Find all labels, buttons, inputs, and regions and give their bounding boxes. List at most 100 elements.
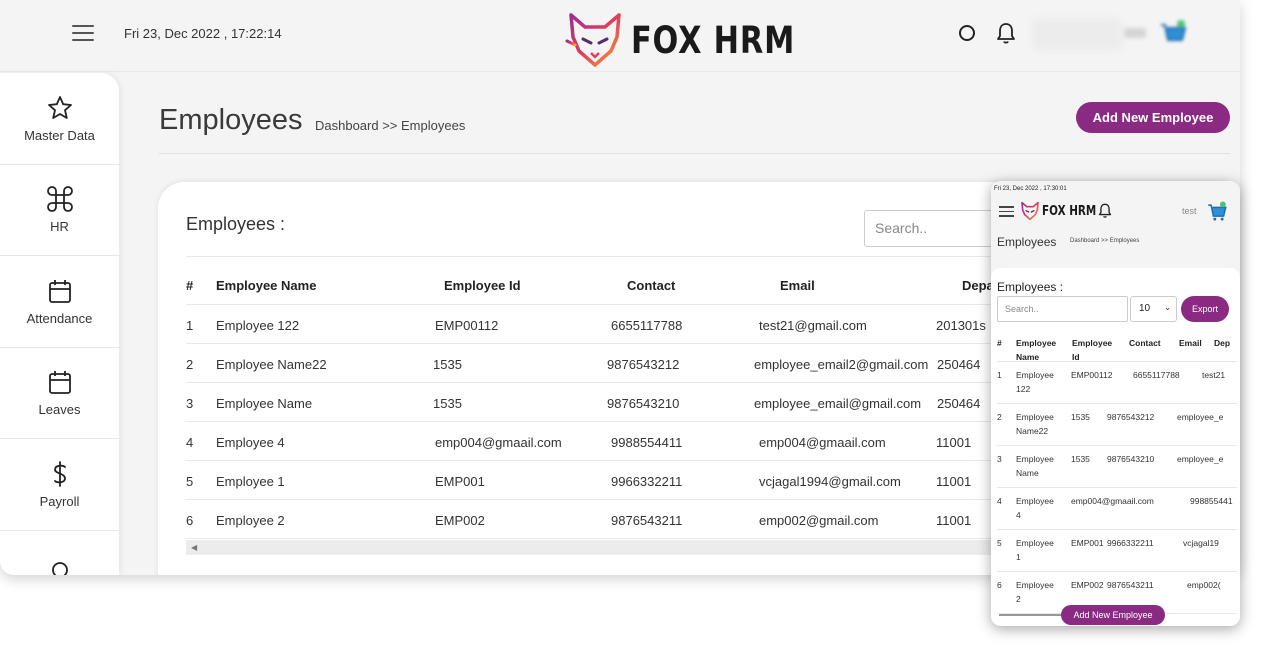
- column-header[interactable]: Dep: [1214, 336, 1237, 350]
- employee-email: employee_e: [1177, 412, 1224, 422]
- brand-logo[interactable]: FOX HRM: [565, 10, 831, 70]
- table-row[interactable]: 1 Employee 122 EMP00112 6655117788 test21: [997, 362, 1237, 404]
- table-row[interactable]: 3 Employee Name 1535 9876543210 employee_…: [997, 446, 1237, 488]
- page-size-value: 10: [1139, 303, 1151, 314]
- mobile-preview: Fri 23, Dec 2022 , 17:30:01 FOX HRM test…: [991, 181, 1240, 626]
- brand-name: FOX HRM: [631, 18, 796, 62]
- menu-toggle-icon[interactable]: [72, 25, 94, 41]
- current-datetime: Fri 23, Dec 2022 , 17:22:14: [124, 26, 282, 41]
- employee-name: Employee 2: [1016, 580, 1054, 604]
- table-row[interactable]: 2 Employee Name22 1535 9876543212 employe…: [997, 404, 1237, 446]
- status-circle-icon[interactable]: [959, 25, 975, 41]
- employee-email: emp002@gmail.com: [759, 513, 879, 528]
- employee-name: Employee 1: [216, 474, 285, 489]
- column-header[interactable]: #: [186, 278, 193, 293]
- employee-id: EMP00112: [435, 318, 499, 333]
- star-icon: [47, 95, 72, 119]
- export-button[interactable]: Export: [1181, 296, 1229, 322]
- employee-email: emp004@gmaail.com: [759, 435, 886, 450]
- employee-email: employee_email2@gmail.com: [754, 357, 929, 372]
- user-profile-blurred[interactable]: [1032, 18, 1122, 50]
- column-header[interactable]: Depa: [962, 278, 994, 293]
- column-header[interactable]: Employee Id: [1072, 336, 1112, 364]
- employee-contact: 9876543211: [1107, 580, 1154, 590]
- row-index: 3: [186, 396, 194, 411]
- add-new-employee-button[interactable]: Add New Employee: [1076, 102, 1230, 133]
- bell-icon[interactable]: [1098, 203, 1112, 218]
- mobile-search-input[interactable]: Search..: [997, 296, 1128, 322]
- mobile-user-name[interactable]: test: [1182, 206, 1197, 216]
- fox-logo-icon: [565, 13, 621, 67]
- sidebar-item-leaves[interactable]: Leaves: [0, 348, 119, 439]
- column-header[interactable]: #: [997, 336, 1002, 350]
- horizontal-scrollbar[interactable]: ◀: [186, 540, 1006, 555]
- employee-email: vcjagal1994@gmail.com: [759, 474, 901, 489]
- header-divider: [159, 153, 1230, 154]
- card-divider: [186, 256, 1006, 257]
- sidebar-item-awards[interactable]: [0, 531, 119, 575]
- employee-department: 11001: [936, 513, 972, 528]
- row-index: 4: [997, 496, 1002, 506]
- employee-contact: 9876543212: [607, 357, 680, 372]
- table-header-row: # Employee Name Employee Id Contact Emai…: [186, 272, 1026, 305]
- breadcrumb[interactable]: Dashboard >> Employees: [315, 118, 465, 133]
- column-header[interactable]: Employee Name: [1016, 336, 1056, 364]
- bell-icon[interactable]: [996, 22, 1016, 44]
- employee-email: test21: [1202, 370, 1226, 380]
- sidebar-item-hr[interactable]: HR: [0, 165, 119, 256]
- sidebar-item-label: Leaves: [38, 402, 81, 418]
- column-header[interactable]: Employee Id: [444, 278, 521, 293]
- row-index: 5: [997, 538, 1002, 548]
- mobile-add-new-employee-button[interactable]: Add New Employee: [1061, 605, 1165, 625]
- employee-name: Employee Name: [216, 396, 313, 411]
- table-row[interactable]: 5 Employee 1 EMP001 9966332211 vcjagal19: [997, 530, 1237, 572]
- employee-contact: 9988554411: [611, 435, 683, 450]
- table-row[interactable]: 6 Employee 2 EMP002 9876543211 emp002@gm…: [186, 500, 1026, 539]
- table-row[interactable]: 4 Employee 4 emp004@gmaail.com 998855441…: [186, 422, 1026, 461]
- column-header[interactable]: Email: [780, 278, 815, 293]
- employee-contact: 9876543210: [607, 396, 680, 411]
- column-header[interactable]: Contact: [627, 278, 675, 293]
- cart-icon[interactable]: [1158, 18, 1188, 48]
- employee-id: EMP00112: [1071, 370, 1113, 380]
- employee-department: 11001: [936, 435, 972, 450]
- employee-email: employee_e: [1177, 454, 1224, 464]
- row-index: 6: [997, 580, 1002, 590]
- employee-contact: 9876543211: [611, 513, 683, 528]
- mobile-datetime: Fri 23, Dec 2022 , 17:30:01: [994, 186, 1067, 192]
- employee-email: emp002(: [1187, 580, 1221, 590]
- page-size-select[interactable]: 10 ⌄: [1130, 296, 1177, 322]
- page-title: Employees: [159, 104, 303, 136]
- sidebar-item-payroll[interactable]: Payroll: [0, 439, 119, 531]
- sidebar-item-label: Attendance: [26, 310, 93, 326]
- employee-email: vcjagal19: [1183, 538, 1219, 548]
- table-row[interactable]: 4 Employee 4 emp004@gmaail.com 998855441: [997, 488, 1237, 530]
- cart-icon[interactable]: [1206, 200, 1228, 222]
- table-row[interactable]: 2 Employee Name22 1535 9876543212 employ…: [186, 344, 1026, 383]
- mobile-employees-table: # Employee Name Employee Id Contact Email …: [997, 330, 1237, 614]
- column-header[interactable]: Employee Name: [216, 278, 316, 293]
- employee-email: test21@gmail.com: [759, 318, 867, 333]
- mobile-menu-icon[interactable]: [999, 206, 1014, 217]
- table-row[interactable]: 1 Employee 122 EMP00112 6655117788 test2…: [186, 305, 1026, 344]
- column-header[interactable]: Email: [1179, 336, 1202, 350]
- mobile-page-title: Employees: [997, 235, 1057, 249]
- calendar-icon: [48, 279, 71, 303]
- employee-name: Employee Name: [1016, 454, 1054, 478]
- table-row[interactable]: 5 Employee 1 EMP001 9966332211 vcjagal19…: [186, 461, 1026, 500]
- sidebar-item-master-data[interactable]: Master Data: [0, 73, 119, 165]
- column-header[interactable]: Contact: [1129, 336, 1161, 350]
- search-input[interactable]: Search..: [864, 210, 1004, 247]
- mobile-employees-card: Employees : Search.. 10 ⌄ Export # Emplo…: [991, 268, 1240, 626]
- mobile-breadcrumb[interactable]: Dashboard >> Employees: [1070, 238, 1139, 244]
- sidebar-item-attendance[interactable]: Attendance: [0, 256, 119, 348]
- mobile-brand-logo[interactable]: FOX HRM: [1020, 201, 1110, 221]
- scroll-left-icon[interactable]: ◀: [191, 543, 197, 552]
- employee-id: EMP001: [435, 474, 485, 489]
- employee-name: Employee 1: [1016, 538, 1054, 562]
- mobile-brand-name: FOX HRM: [1042, 203, 1097, 219]
- table-row[interactable]: 3 Employee Name 1535 9876543210 employee…: [186, 383, 1026, 422]
- employee-name: Employee 4: [216, 435, 285, 450]
- row-index: 1: [186, 318, 194, 333]
- sidebar-item-label: HR: [50, 219, 69, 235]
